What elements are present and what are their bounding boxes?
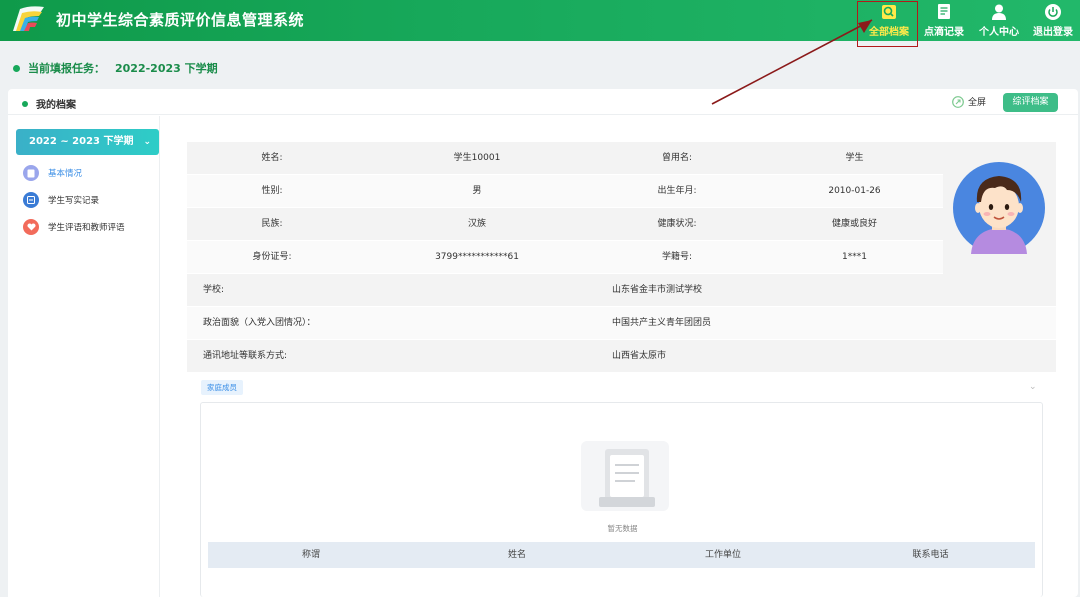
highlight-box <box>857 1 918 47</box>
value-cell: 汉族 <box>467 219 486 229</box>
record-book-icon <box>938 4 950 19</box>
column-header: 联系电话 <box>912 550 949 560</box>
table-row: 政治面貌（入党入团情况）： 中国共产主义青年团团员 <box>187 307 1056 340</box>
card-header: 我的档案 全屏 综评档案 <box>8 89 1078 115</box>
label-cell: 性别: <box>261 186 283 196</box>
column-header: 工作单位 <box>704 550 741 560</box>
term-select-value: 2022 ~ 2023 下学期 <box>29 136 134 147</box>
chevron-down-icon[interactable]: ⌄ <box>1029 382 1037 392</box>
label-cell: 通讯地址等联系方式: <box>203 351 288 361</box>
term-select[interactable]: 2022 ~ 2023 下学期 ⌄ <box>16 129 159 155</box>
power-icon <box>1045 4 1061 20</box>
family-members-panel: 暂无数据 称谓 姓名 工作单位 联系电话 <box>200 402 1043 597</box>
label-cell: 政治面貌（入党入团情况）： <box>203 318 316 328</box>
label-cell: 民族: <box>261 219 283 229</box>
column-header: 称谓 <box>301 550 320 560</box>
review-archive-button[interactable]: 综评档案 <box>1003 93 1058 112</box>
value-cell: 山西省太原市 <box>612 351 667 361</box>
value-cell: 山东省金丰市测试学校 <box>612 285 703 295</box>
empty-data-text: 暂无数据 <box>607 524 638 533</box>
value-cell: 健康或良好 <box>831 219 877 229</box>
current-task: 当前填报任务： 2022-2023 下学期 <box>13 60 218 76</box>
dot-icon <box>22 100 28 107</box>
card-title: 我的档案 <box>22 96 76 111</box>
basic-info-icon <box>23 165 39 181</box>
nav-label: 个人中心 <box>979 27 1019 38</box>
app-logo-icon <box>13 6 44 32</box>
table-row: 身份证号: 3799***********61 学籍号: 1***1 <box>187 241 943 274</box>
user-icon <box>992 4 1006 20</box>
heart-icon <box>23 219 39 235</box>
chevron-down-icon: ⌄ <box>143 137 151 147</box>
dot-icon <box>13 64 20 72</box>
label-cell: 姓名: <box>261 153 283 163</box>
table-row: 民族: 汉族 健康状况: 健康或良好 <box>187 208 943 241</box>
sidebar: 2022 ~ 2023 下学期 ⌄ 基本情况 学生写实记录 学生评语和教师评语 <box>8 116 160 597</box>
nav-logout[interactable]: 退出登录 <box>1024 3 1080 39</box>
column-header: 姓名 <box>507 550 526 560</box>
label-cell: 学校: <box>203 285 225 295</box>
family-members-tag[interactable]: 家庭成员 <box>201 380 243 395</box>
label-cell: 身份证号: <box>252 252 292 262</box>
nav-records[interactable]: 点滴记录 <box>915 3 973 39</box>
sidebar-item-label: 基本情况 <box>48 169 83 179</box>
value-cell: 男 <box>472 186 482 196</box>
student-avatar <box>953 162 1045 254</box>
label-cell: 曾用名: <box>661 153 693 163</box>
sidebar-item-comments[interactable]: 学生评语和教师评语 <box>23 218 125 236</box>
label-cell: 学籍号: <box>661 252 693 262</box>
fullscreen-label: 全屏 <box>968 98 987 108</box>
record-icon <box>23 192 39 208</box>
fullscreen-button[interactable]: 全屏 <box>952 95 986 108</box>
sidebar-item-records[interactable]: 学生写实记录 <box>23 191 99 209</box>
card-title-text: 我的档案 <box>36 100 76 111</box>
value-cell: 2010-01-26 <box>828 186 881 196</box>
table-row: 通讯地址等联系方式: 山西省太原市 <box>187 340 1056 373</box>
task-value: 2022-2023 下学期 <box>115 62 218 75</box>
value-cell: 1***1 <box>842 252 867 262</box>
task-label: 当前填报任务： <box>28 62 105 75</box>
sidebar-item-label: 学生评语和教师评语 <box>48 223 125 233</box>
value-cell: 3799***********61 <box>435 252 519 262</box>
label-cell: 健康状况: <box>657 219 697 229</box>
value-cell: 中国共产主义青年团团员 <box>612 318 712 328</box>
table-row: 学校: 山东省金丰市测试学校 <box>187 274 1056 307</box>
app-title: 初中学生综合素质评价信息管理系统 <box>56 11 305 29</box>
sidebar-item-label: 学生写实记录 <box>48 196 100 206</box>
sidebar-item-basic-info[interactable]: 基本情况 <box>23 164 82 182</box>
value-cell: 学生10001 <box>453 153 501 163</box>
label-cell: 出生年月: <box>657 186 697 196</box>
family-table-header: 称谓 姓名 工作单位 联系电话 <box>208 542 1035 568</box>
nav-personal-center[interactable]: 个人中心 <box>970 3 1028 39</box>
table-row: 姓名: 学生10001 曾用名: 学生 <box>187 142 943 175</box>
fullscreen-icon <box>952 95 964 108</box>
photo-cell <box>943 142 1056 274</box>
table-row: 性别: 男 出生年月: 2010-01-26 <box>187 175 943 208</box>
empty-data-icon <box>581 441 669 511</box>
top-bar: 初中学生综合素质评价信息管理系统 全部档案 点滴记录 个人中心 退出登录 <box>0 0 1080 41</box>
nav-label: 退出登录 <box>1033 27 1073 38</box>
value-cell: 学生 <box>845 153 864 163</box>
nav-label: 点滴记录 <box>924 27 964 38</box>
